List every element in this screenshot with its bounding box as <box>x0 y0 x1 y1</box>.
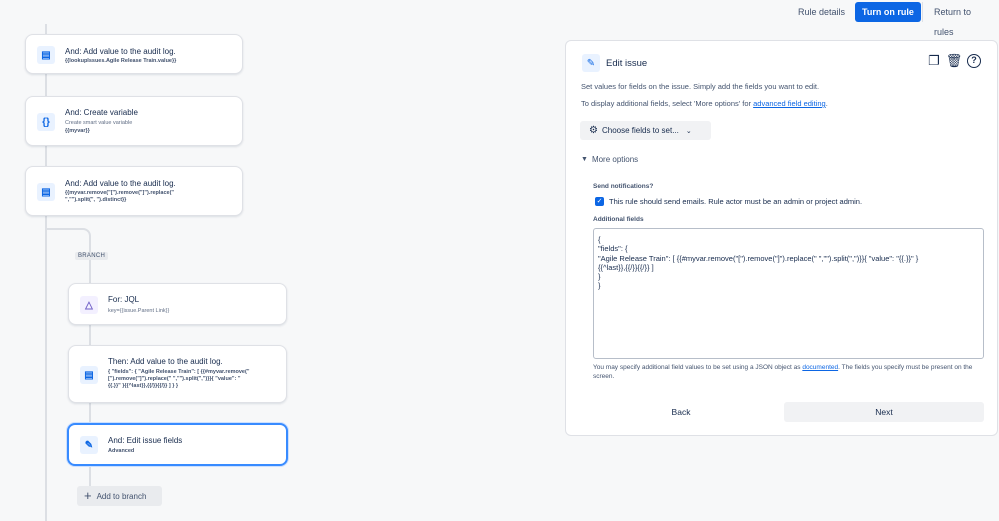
create-variable-card[interactable]: {} And: Create variable Create smart val… <box>25 96 243 146</box>
audit-log-card-2[interactable]: ▤ And: Add value to the audit log. {{myv… <box>25 166 243 216</box>
additional-fields-label: Additional fields <box>593 216 644 223</box>
document-icon: ▤ <box>37 183 55 201</box>
branch-label: BRANCH <box>75 252 109 260</box>
card-title: And: Add value to the audit log. <box>65 47 176 56</box>
additional-fields-textarea[interactable]: { "fields": { "Agile Release Train": [ {… <box>593 228 984 359</box>
document-icon: ▤ <box>80 366 98 384</box>
card-subtitle: { "fields": { "Agile Release Train": [ {… <box>108 369 250 389</box>
send-notifications-checkbox[interactable]: ✓ <box>595 197 604 206</box>
card-subtitle: {{lookupIssues.Agile Release Train.value… <box>65 58 177 64</box>
add-to-branch-label: Add to branch <box>96 491 147 501</box>
help-icon[interactable]: ? <box>966 53 982 69</box>
desc-text: To display additional fields, select 'Mo… <box>581 99 754 108</box>
chevron-down-icon: ▼ <box>581 156 588 163</box>
chevron-down-icon: ⌄ <box>685 127 692 135</box>
topbar-divider <box>922 2 923 22</box>
card-title: And: Edit issue fields <box>108 436 183 445</box>
send-notifications-label: Send notifications? <box>593 183 654 190</box>
choose-fields-dropdown[interactable]: ⚙ Choose fields to set... ⌄ <box>580 121 711 140</box>
edit-issue-fields-card[interactable]: ✎ And: Edit issue fields Advanced <box>67 423 288 466</box>
panel-title: Edit issue <box>606 58 648 69</box>
plus-icon: + <box>84 488 92 503</box>
document-icon: ▤ <box>37 46 55 64</box>
return-to-rules-button[interactable]: Return to rules <box>927 2 999 37</box>
card-subtitle: {{myvar}} <box>65 128 90 134</box>
hierarchy-icon: △ <box>80 296 98 314</box>
turn-on-rule-button[interactable]: Turn on rule <box>855 2 921 22</box>
pencil-icon: ✎ <box>582 54 600 72</box>
panel-description-2: To display additional fields, select 'Mo… <box>581 99 828 108</box>
add-to-branch-button[interactable]: + Add to branch <box>77 486 162 506</box>
documented-link[interactable]: documented <box>802 364 838 371</box>
advanced-field-editing-link[interactable]: advanced field editing <box>753 99 826 108</box>
duplicate-icon[interactable]: ❐ <box>926 53 942 69</box>
audit-log-card-3[interactable]: ▤ Then: Add value to the audit log. { "f… <box>68 345 287 403</box>
card-title: And: Create variable <box>65 108 138 117</box>
card-subtitle: Advanced <box>108 448 135 454</box>
send-notifications-text: This rule should send emails. Rule actor… <box>609 197 863 206</box>
desc-suffix: . <box>825 99 828 108</box>
rule-details-button[interactable]: Rule details <box>791 2 852 22</box>
card-title: Then: Add value to the audit log. <box>108 357 223 366</box>
top-bar: Rule details Turn on rule Return to rule… <box>0 0 999 37</box>
more-options-toggle[interactable]: ▼ More options <box>581 155 638 164</box>
back-button[interactable]: Back <box>580 402 782 422</box>
pencil-icon: ✎ <box>80 436 98 454</box>
card-title: And: Add value to the audit log. <box>65 179 176 188</box>
panel-description: Set values for fields on the issue. Simp… <box>581 82 820 91</box>
card-subtitle: {{myvar.remove("[").remove("]").replace(… <box>65 190 175 203</box>
hint-text: You may specify additional field values … <box>593 364 803 371</box>
choose-fields-label: Choose fields to set... <box>601 126 679 135</box>
card-title: For: JQL <box>108 295 140 304</box>
additional-fields-hint: You may specify additional field values … <box>593 363 985 381</box>
next-button[interactable]: Next <box>784 402 984 422</box>
trash-icon[interactable]: 🗑 <box>946 53 963 69</box>
for-jql-card[interactable]: △ For: JQL key={{issue.Parent Link}} <box>68 283 287 325</box>
braces-icon: {} <box>37 113 55 131</box>
card-description: Create smart value variable <box>65 120 133 126</box>
card-subtitle: key={{issue.Parent Link}} <box>108 308 170 314</box>
gear-icon: ⚙ <box>589 125 598 136</box>
edit-issue-panel: ✎ Edit issue ❐ 🗑 ? Set values for fields… <box>565 40 998 436</box>
more-options-label: More options <box>591 155 639 164</box>
audit-log-card-1[interactable]: ▤ And: Add value to the audit log. {{loo… <box>25 34 243 74</box>
branch-curve <box>45 228 91 240</box>
